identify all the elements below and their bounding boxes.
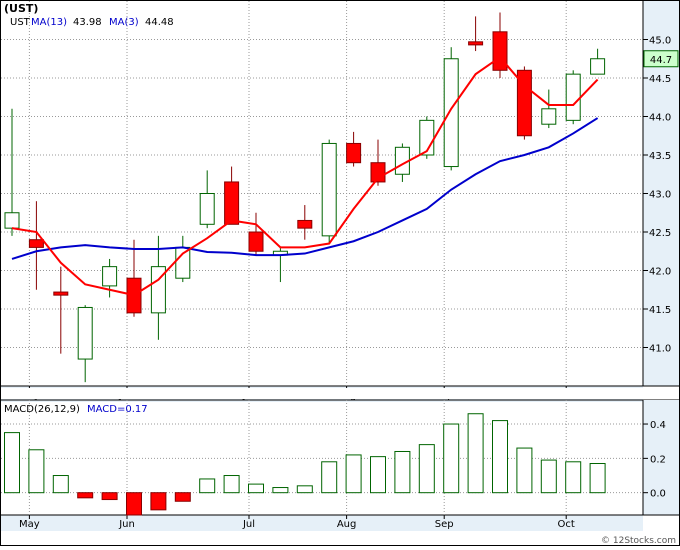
macd-bar <box>223 475 240 494</box>
macd-bar <box>77 492 94 499</box>
macd-bar <box>467 413 484 494</box>
macd-bar <box>174 492 191 502</box>
ticker-title: (UST) <box>4 2 38 15</box>
macd-bar <box>4 432 20 494</box>
price-ytick-label: 41.0 <box>649 344 671 355</box>
macd-ytick-label: 0.2 <box>650 454 666 465</box>
macd-bar <box>540 459 557 494</box>
legend-ma13-value: 43.98 <box>73 17 102 28</box>
macd-xtick-label: Oct <box>558 519 575 530</box>
price-ytick-label: 43.0 <box>649 190 671 201</box>
candle-down <box>53 291 69 296</box>
macd-bar <box>418 444 435 494</box>
macd-bar <box>370 456 386 494</box>
macd-bar <box>345 454 362 494</box>
macd-bar <box>28 449 45 494</box>
legend-ma13-label: MA(13) <box>31 17 67 28</box>
legend-ma3-value: 44.48 <box>145 17 174 28</box>
candle-up <box>541 108 557 125</box>
price-ytick-label: 45.0 <box>649 36 671 47</box>
last-price-label: 44.7 <box>650 55 672 66</box>
macd-xtick-label: May <box>19 519 40 530</box>
legend-ma3-label: MA(3) <box>109 17 139 28</box>
candle-down <box>468 41 484 46</box>
last-price-badge: 44.7 <box>643 50 679 68</box>
macd-bar <box>52 475 69 494</box>
panel-gap <box>1 388 679 399</box>
candle-down <box>224 181 240 225</box>
candle-up <box>565 73 581 121</box>
macd-bar <box>321 461 338 494</box>
macd-xtick-label: Sep <box>435 519 454 530</box>
legend-symbol: UST <box>10 17 31 28</box>
candle-down <box>297 219 313 229</box>
macd-bar <box>248 483 264 494</box>
macd-bar <box>443 423 460 494</box>
candle-up <box>77 306 93 360</box>
macd-xtick-label: Jun <box>118 519 135 530</box>
macd-xtick-label: Jul <box>242 519 255 530</box>
price-ytick-label: 44.5 <box>649 74 671 85</box>
price-ytick-label: 43.5 <box>649 151 671 162</box>
candle-down <box>346 142 362 164</box>
candle-up <box>590 58 606 75</box>
footer-band <box>1 532 679 545</box>
candle-up <box>443 58 459 168</box>
chart-canvas: 41.0 41.5 42.0 42.5 43.0 43.5 44.0 44.5 45.0 May… <box>0 0 680 546</box>
candle-up <box>175 246 191 279</box>
macd-bar <box>589 463 606 494</box>
candle-down <box>248 231 264 252</box>
macd-xtick-label: Aug <box>337 519 357 530</box>
macd-bar <box>150 492 167 511</box>
candle-up <box>4 212 20 229</box>
macd-ytick-label: 0.4 <box>650 420 666 431</box>
macd-value: MACD=0.17 <box>87 404 148 415</box>
candle-down <box>28 239 44 248</box>
macd-ytick-label: 0.0 <box>650 489 666 500</box>
price-ytick-label: 42.5 <box>649 228 671 239</box>
macd-bar <box>126 492 142 516</box>
stock-chart: 41.0 41.5 42.0 42.5 43.0 43.5 44.0 44.5 45.0 May… <box>0 0 680 546</box>
macd-bar <box>199 478 216 494</box>
macd-title: MACD(26,12,9) <box>4 404 80 415</box>
macd-bar <box>516 447 533 494</box>
price-ytick-label: 44.0 <box>649 113 671 124</box>
candle-up <box>102 266 118 287</box>
macd-bar <box>272 487 289 494</box>
macd-date-band <box>1 515 643 531</box>
macd-bar <box>394 450 411 494</box>
candle-up <box>199 193 215 225</box>
candle-up <box>321 142 337 237</box>
price-ytick-label: 41.5 <box>649 305 671 316</box>
macd-bar <box>565 461 582 494</box>
price-ytick-label: 42.0 <box>649 267 671 278</box>
macd-bar <box>492 420 508 494</box>
copyright: © 12Stocks.com <box>601 536 676 546</box>
price-panel: 41.041.542.042.543.043.544.044.545.0 May… <box>1 1 679 402</box>
macd-bar <box>296 485 313 494</box>
candle-down <box>492 31 508 71</box>
macd-bar <box>101 492 118 501</box>
